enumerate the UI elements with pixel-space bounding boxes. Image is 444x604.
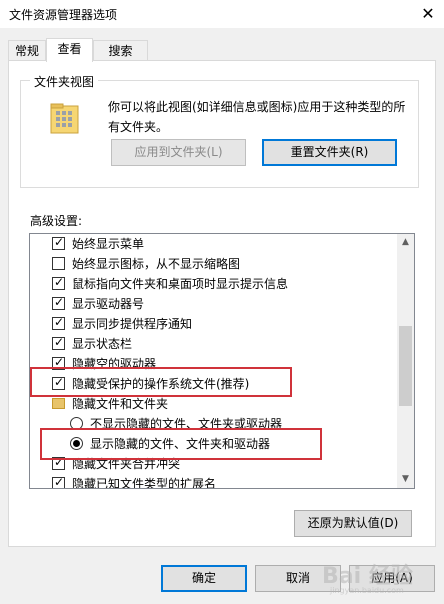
scroll-thumb[interactable] <box>399 326 412 406</box>
checkbox[interactable] <box>52 257 65 270</box>
scroll-up-icon[interactable]: ▲ <box>397 234 414 251</box>
checkbox[interactable]: ✓ <box>52 475 65 488</box>
window-title: 文件资源管理器选项 <box>9 8 118 22</box>
checkbox[interactable]: ✓ <box>52 315 65 330</box>
checkbox[interactable]: ✓ <box>52 235 65 250</box>
folder-icon <box>52 398 65 409</box>
advanced-settings-label: 高级设置: <box>30 214 83 228</box>
close-icon[interactable]: ✕ <box>418 4 438 24</box>
folder-views-description: 你可以将此视图(如详细信息或图标)应用于这种类型的所有文件夹。 <box>108 100 406 134</box>
tab-search[interactable]: 搜索 <box>93 40 148 61</box>
restore-defaults-button[interactable]: 还原为默认值(D) <box>294 510 412 537</box>
checkbox[interactable]: ✓ <box>52 335 65 350</box>
tab-general[interactable]: 常规 <box>8 40 46 61</box>
folder-views-label: 文件夹视图 <box>30 73 99 90</box>
tab-view[interactable]: 查看 <box>46 38 93 62</box>
watermark-url: jingyan.baidu.com <box>330 586 404 595</box>
ok-button[interactable]: 确定 <box>161 565 247 592</box>
apply-to-folders-button: 应用到文件夹(L) <box>111 139 246 166</box>
reset-folders-button[interactable]: 重置文件夹(R) <box>262 139 397 166</box>
highlight-box <box>40 428 322 460</box>
vertical-scrollbar[interactable]: ▲ ▼ <box>397 234 414 488</box>
checkbox[interactable]: ✓ <box>52 275 65 290</box>
scroll-down-icon[interactable]: ▼ <box>397 471 414 488</box>
title-bar: 文件资源管理器选项 ✕ <box>0 0 444 28</box>
highlight-box <box>30 367 292 397</box>
checkbox[interactable]: ✓ <box>52 295 65 310</box>
folder-views-icon <box>50 103 79 134</box>
